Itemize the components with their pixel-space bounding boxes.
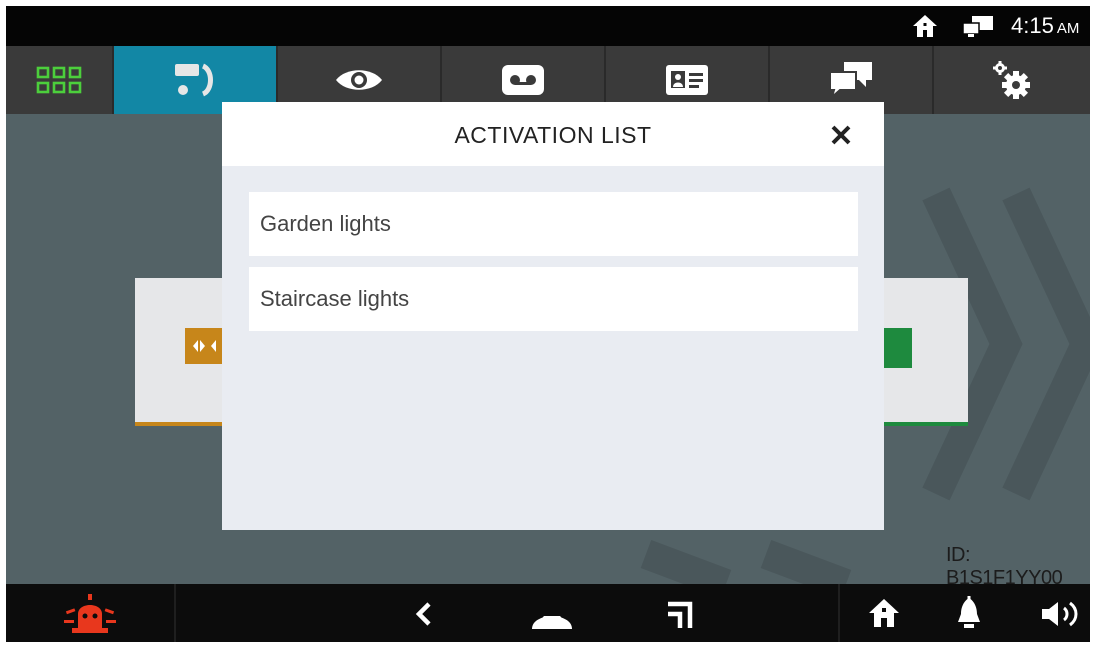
- device-id-label: ID: B1S1F1YY00: [946, 544, 1063, 584]
- clock: 4:15 AM: [1011, 13, 1079, 39]
- eye-icon: [336, 70, 382, 90]
- grid-icon: [36, 66, 82, 94]
- bell-icon[interactable]: [956, 596, 982, 630]
- close-icon[interactable]: [826, 120, 856, 150]
- dialog-header: ACTIVATION LIST: [222, 102, 884, 166]
- chat-icon: [829, 62, 872, 100]
- back-icon[interactable]: [414, 602, 434, 626]
- card-right-accent: [884, 422, 968, 426]
- activation-list-dialog: ACTIVATION LIST Garden lights Staircase …: [222, 102, 884, 530]
- shortcut-card-right[interactable]: [884, 278, 968, 426]
- status-bar: 4:15 AM: [6, 6, 1090, 46]
- home-icon[interactable]: [868, 598, 900, 628]
- alarm-icon[interactable]: [64, 594, 116, 634]
- voicemail-icon: [502, 65, 544, 95]
- volume-icon[interactable]: [1040, 600, 1082, 628]
- clock-time: 4:15: [1011, 13, 1054, 38]
- gears-icon: [993, 61, 1030, 99]
- card-right-icon: [884, 328, 912, 368]
- signal-icon: [193, 340, 216, 352]
- tab-settings[interactable]: [934, 46, 1090, 114]
- tab-apps-grid[interactable]: [6, 46, 114, 114]
- id-card-icon: [666, 65, 708, 95]
- monitor-icon: [962, 16, 993, 37]
- shortcut-card-left[interactable]: [135, 278, 225, 426]
- list-item-garden-lights[interactable]: Garden lights: [249, 192, 858, 256]
- nav-separator: [174, 584, 176, 642]
- dialog-title: ACTIVATION LIST: [454, 122, 652, 148]
- recent-icon[interactable]: [666, 600, 694, 630]
- clock-ampm: AM: [1056, 20, 1080, 37]
- screen-frame: 4:15 AM ID: B1S1F1YY00 ACTIVATION LIST G…: [6, 6, 1090, 642]
- nav-separator: [838, 584, 840, 642]
- card-left-accent: [135, 422, 225, 426]
- bottom-nav-bar: [6, 584, 1090, 642]
- intercom-handset-icon: [175, 63, 213, 97]
- home-dome-icon[interactable]: [530, 602, 574, 630]
- home-icon: [913, 15, 937, 37]
- list-item-staircase-lights[interactable]: Staircase lights: [249, 267, 858, 331]
- card-left-icon: [185, 328, 223, 364]
